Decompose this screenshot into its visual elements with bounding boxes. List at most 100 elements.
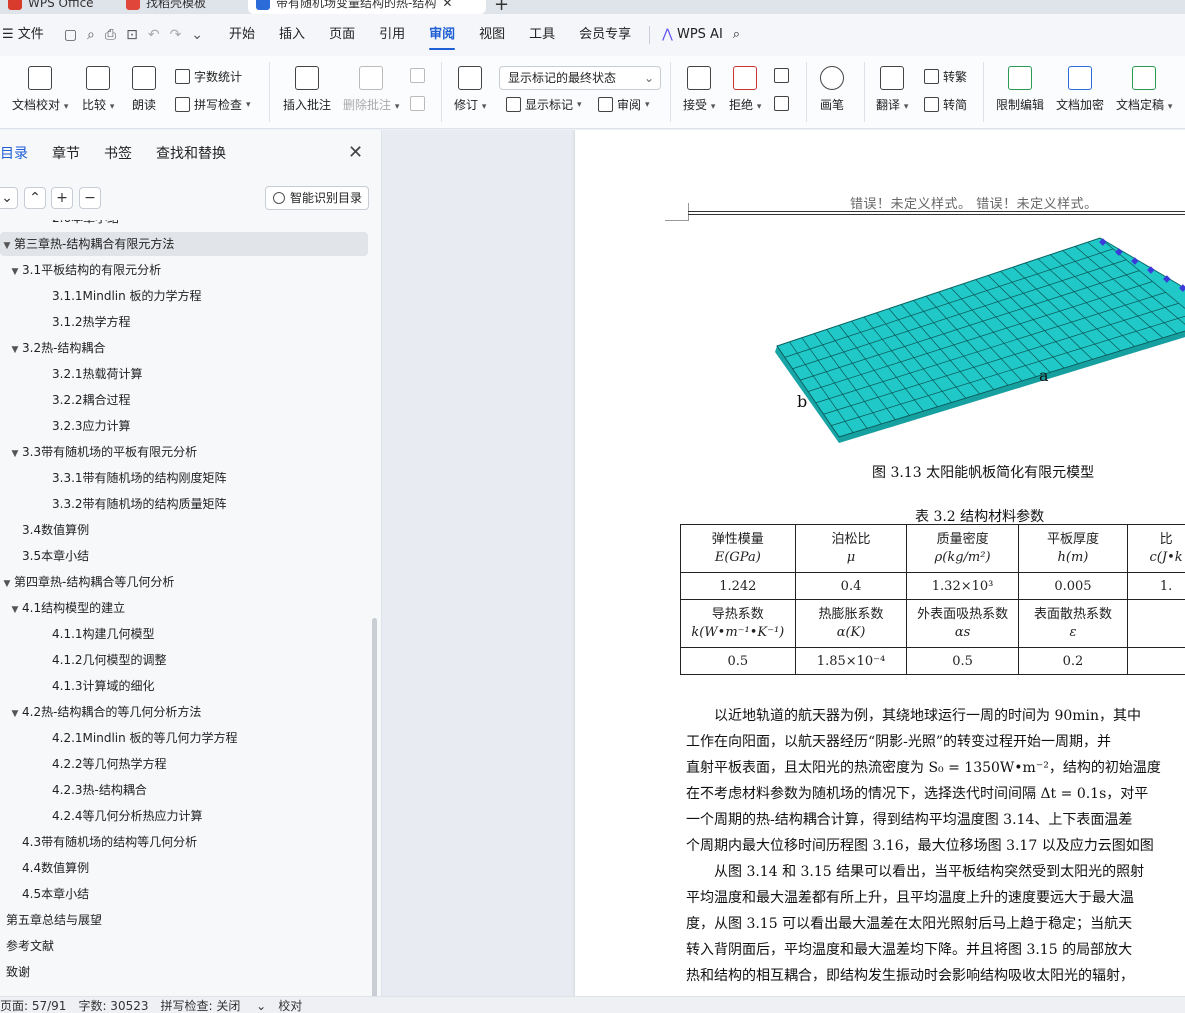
doc-check-button[interactable]: 文档校对 ▾ (12, 66, 68, 113)
tab-template[interactable]: 找稻壳模板 (118, 0, 214, 14)
toc-item[interactable]: ▼ 第四章热-结构耦合等几何分析 (0, 570, 368, 594)
expand-arrow-icon[interactable]: ▼ (8, 442, 22, 466)
print-preview-icon[interactable]: ⊡ (126, 27, 138, 43)
close-icon[interactable]: ✕ (348, 142, 363, 163)
reject-button[interactable]: 拒绝 ▾ (729, 66, 761, 113)
menu-member[interactable]: 会员专享 (567, 14, 643, 56)
tab-toc[interactable]: 目录 (0, 144, 40, 164)
toc-item[interactable]: ▼ 4.2热-结构耦合的等几何分析方法 (0, 700, 368, 724)
toc-item[interactable]: ▼ 3.3带有随机场的平板有限元分析 (0, 440, 368, 464)
spell-check-status[interactable]: 拼写检查: 关闭 ⌄ (161, 997, 279, 1013)
toc-item[interactable]: 4.1.1构建几何模型 (0, 622, 368, 646)
expand-arrow-icon[interactable]: ▼ (8, 260, 22, 284)
proofread-status[interactable]: 校对 (278, 997, 314, 1013)
toc-item[interactable]: ▼ 3.1平板结构的有限元分析 (0, 258, 368, 282)
tab-find-replace[interactable]: 查找和替换 (144, 144, 238, 164)
tab-document[interactable]: 带有随机场变量结构的热-结构 ✕ (248, 0, 486, 14)
toc-item[interactable]: 3.2.1热载荷计算 (0, 362, 368, 386)
toc-item[interactable]: 第五章总结与展望 (0, 908, 368, 932)
print-icon[interactable]: ⎙ (105, 27, 116, 43)
translate-button[interactable]: 翻译 ▾ (876, 66, 908, 113)
scrollbar[interactable] (372, 618, 377, 998)
review-pane-button[interactable]: 审阅 ▾ (598, 96, 650, 113)
remove-toc-item-button[interactable]: − (79, 187, 101, 209)
expand-arrow-icon[interactable]: ▼ (0, 572, 14, 596)
brush-button[interactable]: 画笔 (820, 66, 844, 113)
menu-view[interactable]: 视图 (467, 14, 517, 56)
tab-bookmarks[interactable]: 书签 (92, 144, 144, 164)
toc-item[interactable]: 3.5本章小结 (0, 544, 368, 568)
toc-item[interactable]: 3.1.1Mindlin 板的力学方程 (0, 284, 368, 308)
prev-comment-icon[interactable] (410, 68, 425, 83)
toc-item[interactable]: 4.2.3热-结构耦合 (0, 778, 368, 802)
toc-item[interactable]: 3.1.2热学方程 (0, 310, 368, 334)
toc-item[interactable]: 4.5本章小结 (0, 882, 368, 906)
restrict-edit-button[interactable]: 限制编辑 (996, 66, 1044, 113)
toc-item[interactable]: ▼ 4.1结构模型的建立 (0, 596, 368, 620)
menu-review[interactable]: 审阅 (417, 14, 467, 56)
add-toc-item-button[interactable]: + (51, 187, 73, 209)
word-count[interactable]: 字数: 30523 (78, 997, 160, 1013)
show-markup-button[interactable]: 显示标记 ▾ (506, 96, 582, 113)
compare-button[interactable]: 比较 ▾ (82, 66, 114, 113)
menu-tools[interactable]: 工具 (517, 14, 567, 56)
expand-arrow-icon[interactable]: ▼ (8, 702, 22, 726)
toc-item[interactable]: 4.2.1Mindlin 板的等几何力学方程 (0, 726, 368, 750)
menu-reference[interactable]: 引用 (367, 14, 417, 56)
page-count[interactable]: 页面: 57/91 (0, 997, 78, 1013)
wps-ai-button[interactable]: ⋀ WPS AI (656, 14, 729, 56)
file-menu[interactable]: ☰ 文件 (0, 14, 56, 56)
smart-toc-button[interactable]: 智能识别目录 (265, 186, 369, 210)
doc-finalize-button[interactable]: 文档定稿 ▾ (1116, 66, 1172, 113)
doc-encrypt-button[interactable]: 文档加密 (1056, 66, 1104, 113)
expand-arrow-icon[interactable]: ▼ (0, 234, 14, 258)
new-tab-icon[interactable]: + (494, 0, 509, 14)
document-page[interactable]: 错误！未定义样式。 错误！未定义样式。 ⬥ ⬥ ⬥ ⬥ ⬥ ⬥ a b 图 3.… (575, 130, 1185, 996)
next-change-icon[interactable] (774, 96, 789, 111)
toc-item[interactable]: 3.3.1带有随机场的结构刚度矩阵 (0, 466, 368, 490)
tab-chapters[interactable]: 章节 (40, 144, 92, 164)
accept-button[interactable]: 接受 ▾ (683, 66, 715, 113)
expand-arrow-icon[interactable]: ▼ (8, 338, 22, 362)
prev-change-icon[interactable] (774, 68, 789, 83)
toc-item[interactable]: 4.2.2等几何热学方程 (0, 752, 368, 776)
undo-icon[interactable]: ↶ (148, 27, 160, 43)
save-icon[interactable]: ▢ (64, 27, 77, 43)
read-aloud-button[interactable]: 朗读 (132, 66, 156, 113)
more-icon[interactable]: ⌄ (191, 27, 203, 43)
word-count-button[interactable]: 字数统计 (175, 68, 242, 85)
close-tab-icon[interactable]: ✕ (442, 0, 452, 14)
search-icon[interactable]: ⌕ (729, 14, 744, 56)
toc-item[interactable]: 3.4数值算例 (0, 518, 368, 542)
tab-wps-office[interactable]: WPS Office (0, 0, 102, 14)
insert-comment-button[interactable]: 插入批注 (283, 66, 331, 113)
toc-item[interactable]: 4.1.2几何模型的调整 (0, 648, 368, 672)
format-painter-icon[interactable]: ⌕ (87, 27, 95, 43)
menu-start[interactable]: 开始 (217, 14, 267, 56)
menu-page[interactable]: 页面 (317, 14, 367, 56)
toc-item[interactable]: 4.3带有随机场的结构等几何分析 (0, 830, 368, 854)
expand-level-button[interactable]: ⌃ (24, 187, 46, 209)
next-comment-icon[interactable] (410, 96, 425, 111)
menu-insert[interactable]: 插入 (267, 14, 317, 56)
toc-item[interactable]: 参考文献 (0, 934, 368, 958)
expand-arrow-icon[interactable]: ▼ (8, 598, 22, 622)
toc-item[interactable]: ▼ 第三章热-结构耦合有限元方法 (0, 232, 368, 256)
toc-item[interactable]: 4.1.3计算域的细化 (0, 674, 368, 698)
toc-item[interactable]: 4.4数值算例 (0, 856, 368, 880)
to-traditional-button[interactable]: 转繁 (924, 68, 967, 85)
toc-item[interactable]: 3.3.2带有随机场的结构质量矩阵 (0, 492, 368, 516)
toc-item[interactable]: 4.2.4等几何分析热应力计算 (0, 804, 368, 828)
revise-button[interactable]: 修订 ▾ (454, 66, 486, 113)
toc-item[interactable]: 致谢 (0, 960, 368, 984)
toc-item[interactable]: 2.6本章小结 (0, 220, 368, 230)
toc-item[interactable]: 3.2.2耦合过程 (0, 388, 368, 412)
toc-item[interactable]: 3.2.3应力计算 (0, 414, 368, 438)
markup-state-dropdown[interactable]: 显示标记的最终状态 ⌄ (499, 66, 661, 90)
redo-icon[interactable]: ↷ (170, 27, 182, 43)
delete-comment-button[interactable]: 删除批注 ▾ (343, 66, 399, 113)
toc-item[interactable]: ▼ 3.2热-结构耦合 (0, 336, 368, 360)
to-simplified-button[interactable]: 转简 (924, 96, 967, 113)
spell-check-button[interactable]: 拼写检查 ▾ (175, 96, 251, 113)
collapse-level-button[interactable]: ⌄ (0, 187, 18, 209)
